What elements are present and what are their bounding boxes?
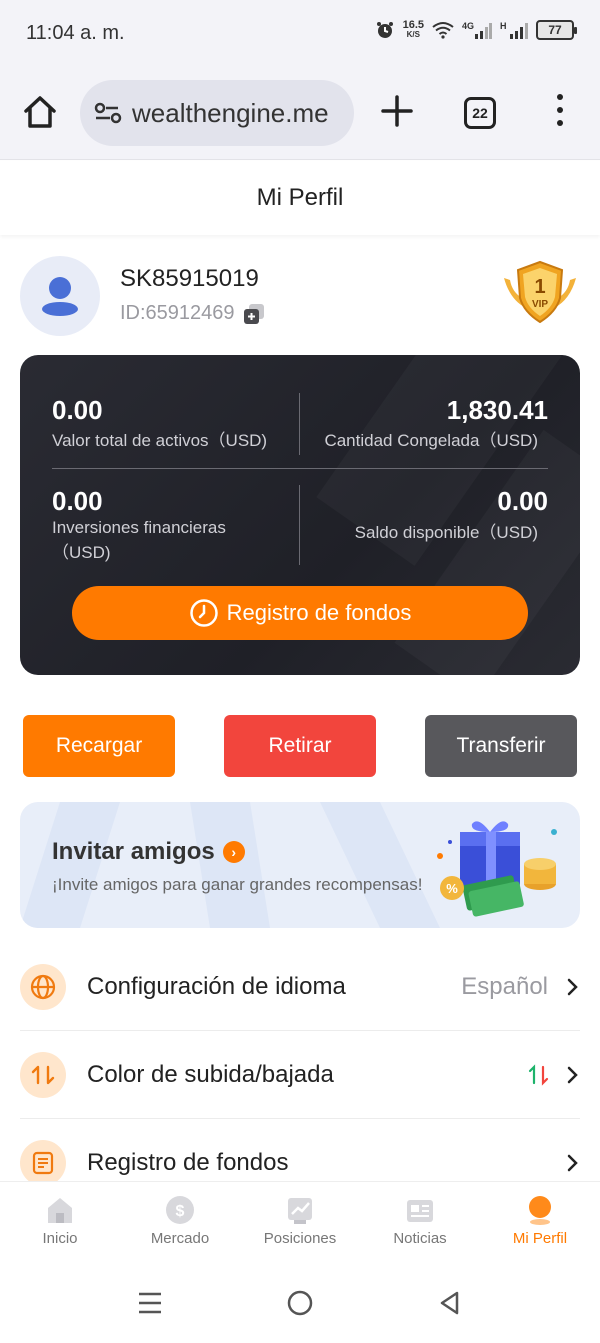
investments-value: 0.00 [52,486,103,516]
back-icon[interactable] [438,1290,462,1316]
vip-level: 1 [534,276,545,298]
vip-shield-icon: 1 VIP [504,260,576,324]
chevron-right-icon [567,978,578,995]
language-setting-item[interactable]: Configuración de idioma Español [20,943,580,1031]
nav-news-label: Noticias [393,1230,447,1247]
frozen-amount-label: Cantidad Congelada（USD) [324,431,538,450]
browser-toolbar: wealthengine.me 22 [0,66,600,160]
net-speed: 16.5 K/S [403,20,424,40]
nav-profile-label: Mi Perfil [512,1230,568,1247]
chart-icon [288,1198,312,1224]
color-setting-label: Color de subida/bajada [87,1060,334,1088]
more-menu-icon[interactable] [554,94,566,130]
chevron-right-icon: › [222,841,245,863]
funds-record-label: Registro de fondos [226,600,412,625]
user-icon [42,277,78,316]
nav-positions[interactable]: Posiciones [240,1182,360,1261]
investments-label: Inversiones financieras [52,518,226,537]
recent-apps-icon[interactable] [137,1291,163,1315]
funds-record-button[interactable]: Registro de fondos [72,586,528,640]
battery-icon: 77 [536,20,577,40]
coin-icon: $ [166,1196,194,1224]
signal-4g-icon: 4G [462,21,492,39]
recharge-button[interactable]: Recargar [23,715,175,777]
divider [299,393,300,455]
invite-friends-banner[interactable]: Invitar amigos › ¡Invite amigos para gan… [20,802,580,928]
status-icons: 16.5 K/S 4G H 77 [375,20,577,40]
invite-title: Invitar amigos [52,838,215,865]
net-speed-value: 16.5 [402,19,424,31]
status-bar: 11:04 a. m. 16.5 K/S 4G H 77 [0,0,600,66]
bottom-navigation: Inicio $ Mercado Posiciones Noticias Mi … [0,1181,600,1261]
home-button-icon[interactable] [286,1289,314,1317]
nav-home[interactable]: Inicio [0,1182,120,1261]
vip-label: VIP [532,299,548,310]
status-time: 11:04 a. m. [26,22,125,44]
funds-record-item-label: Registro de fondos [87,1149,289,1176]
document-icon [20,1140,66,1186]
globe-icon [20,963,66,1010]
alarm-icon [376,22,393,38]
language-setting-label: Configuración de idioma [87,972,346,1000]
signal-h-icon: H [500,21,528,39]
nav-home-label: Inicio [42,1230,78,1247]
home-icon [48,1198,72,1223]
chevron-right-icon [567,1066,578,1083]
total-assets-value: 0.00 [52,395,103,425]
nav-profile[interactable]: Mi Perfil [480,1182,600,1261]
up-down-arrows-icon [20,1051,66,1098]
profile-icon [529,1196,551,1225]
divider [52,468,548,469]
home-icon[interactable] [20,92,60,132]
chevron-right-icon [567,1154,578,1172]
tab-switcher-button[interactable]: 22 [464,97,496,129]
nav-market[interactable]: $ Mercado [120,1182,240,1261]
user-id: ID:65912469 [120,302,235,324]
svg-text:H: H [500,21,507,31]
page-title: Mi Perfil [0,161,600,235]
investments-unit: （USD) [52,543,111,562]
available-balance-value: 0.00 [497,486,548,516]
url-text: wealthengine.me [132,97,329,128]
address-bar[interactable]: wealthengine.me [80,80,354,146]
site-settings-icon[interactable] [94,101,122,125]
assets-card: 0.00 Valor total de activos（USD) 1,830.4… [20,355,580,675]
withdraw-button[interactable]: Retirar [224,715,376,777]
nav-news[interactable]: Noticias [360,1182,480,1261]
invite-title-row: Invitar amigos › [52,838,245,866]
newspaper-icon [407,1200,433,1222]
transfer-button[interactable]: Transferir [425,715,577,777]
svg-text:$: $ [176,1203,185,1220]
svg-text:4G: 4G [462,21,474,31]
nav-market-label: Mercado [150,1230,210,1247]
vip-badge: 1 VIP [500,260,580,326]
net-speed-unit: K/S [406,30,420,39]
color-setting-item[interactable]: Color de subida/bajada [20,1031,580,1119]
new-tab-icon[interactable] [378,92,416,130]
clock-icon [189,599,218,627]
divider [299,485,300,565]
user-id-row: ID:65912469 [120,302,265,325]
total-assets-label: Valor total de activos（USD) [52,431,268,450]
copy-icon[interactable] [243,303,265,325]
language-value: Español [461,972,548,1000]
nav-positions-label: Posiciones [263,1230,337,1247]
available-balance-label: Saldo disponible（USD) [354,523,538,542]
svg-text:%: % [446,881,458,896]
system-navigation [0,1261,600,1343]
color-arrows-icon [528,1063,549,1086]
username: SK85915019 [120,265,259,292]
avatar[interactable] [20,256,100,336]
gift-icon: % [437,821,557,917]
invite-subtitle: ¡Invite amigos para ganar grandes recomp… [52,875,423,894]
frozen-amount-value: 1,830.41 [446,395,548,425]
wifi-icon [432,22,454,39]
